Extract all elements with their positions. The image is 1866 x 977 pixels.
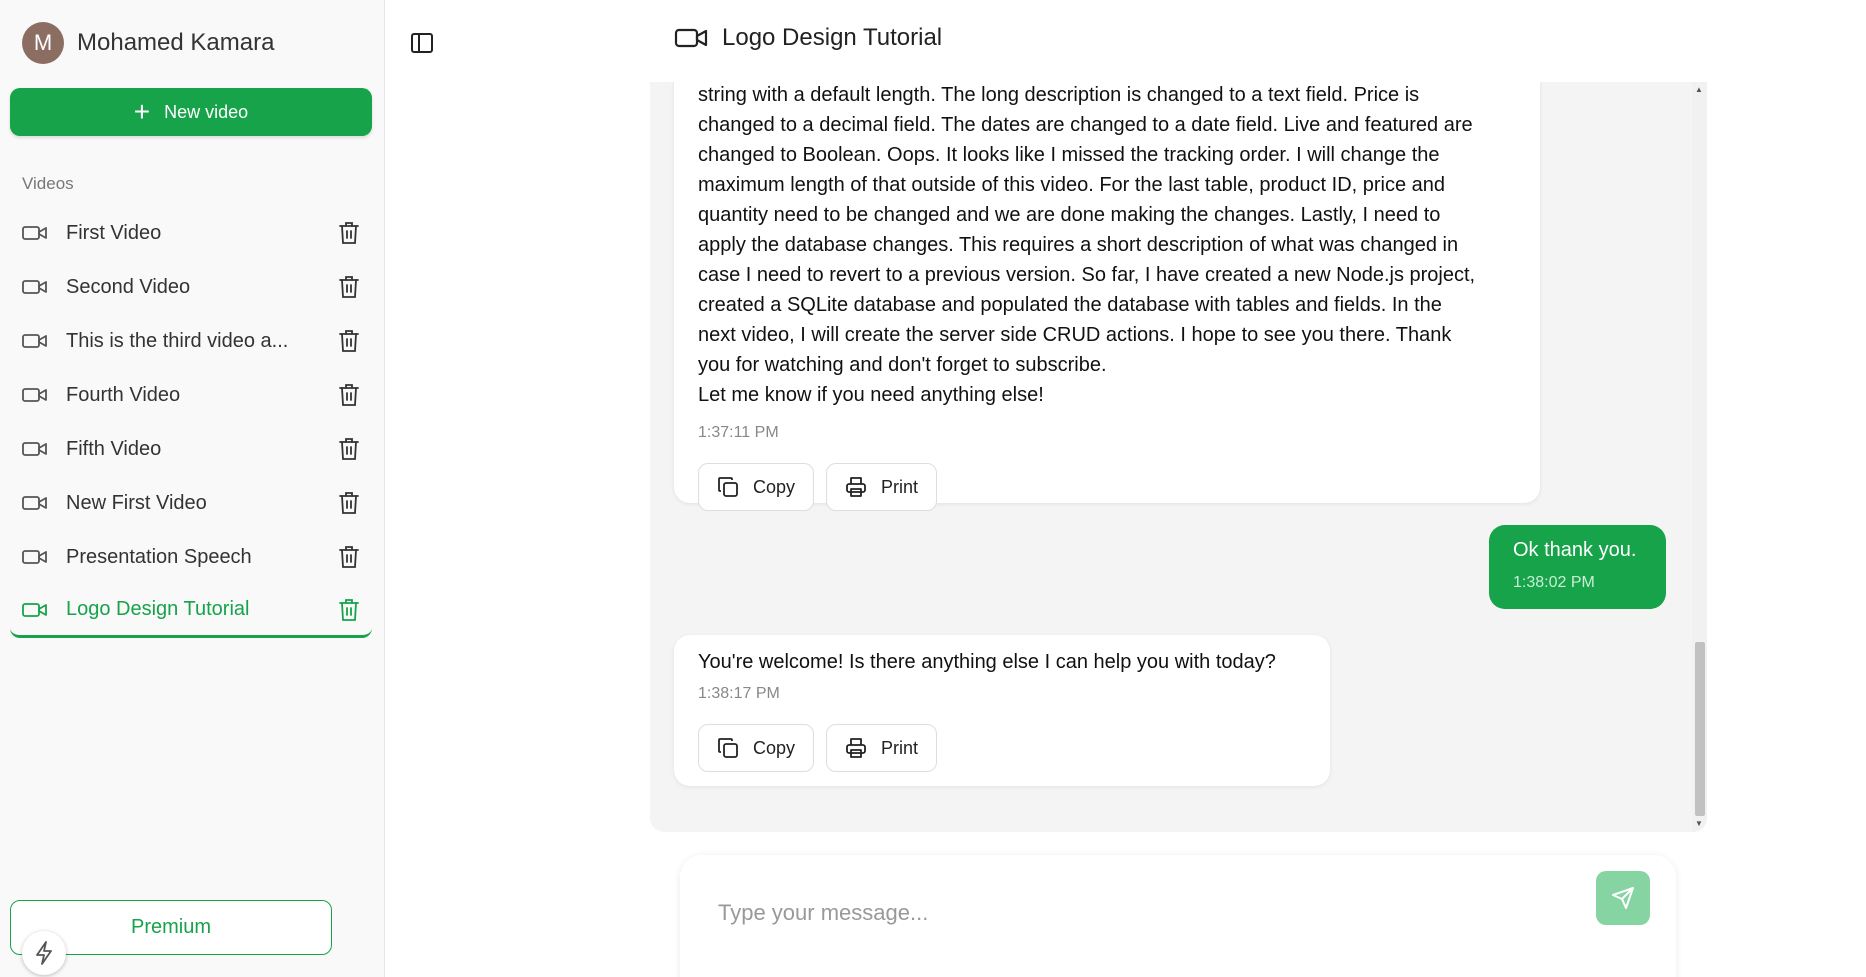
message-text: You're welcome! Is there anything else I…: [698, 651, 1276, 673]
assistant-message: You're welcome! Is there anything else I…: [674, 635, 1330, 786]
app-root: M Mohamed Kamara + New video Videos Firs…: [0, 0, 1866, 977]
message-timestamp: 1:37:11 PM: [698, 424, 779, 441]
plus-icon: +: [133, 96, 151, 127]
videos-section-label: Videos: [22, 174, 74, 193]
sidebar-toggle-icon[interactable]: [410, 32, 434, 54]
user-message: Ok thank you. 1:38:02 PM: [1489, 525, 1666, 609]
sidebar-item-label: Logo Design Tutorial: [66, 598, 250, 620]
message-line: quantity need to be changed and we are d…: [698, 204, 1441, 226]
trash-icon[interactable]: [338, 275, 360, 299]
chat-title: Logo Design Tutorial: [674, 24, 942, 52]
scroll-down-arrow[interactable]: ▼: [1695, 819, 1703, 828]
new-video-button[interactable]: + New video: [10, 88, 372, 136]
message-timestamp: 1:38:17 PM: [698, 685, 780, 702]
trash-icon[interactable]: [338, 437, 360, 461]
sidebar-item-label: First Video: [66, 221, 162, 244]
trash-icon[interactable]: [338, 221, 360, 245]
avatar: M: [22, 22, 64, 64]
user-profile[interactable]: M Mohamed Kamara: [22, 22, 274, 64]
trash-icon[interactable]: [338, 598, 360, 622]
message-text: string with a default length. The long d…: [698, 82, 1528, 410]
copy-button[interactable]: Copy: [698, 724, 815, 772]
video-camera-icon: [22, 496, 47, 510]
sidebar-item-third-video[interactable]: This is the third video a...: [10, 314, 372, 368]
video-camera-icon: [22, 280, 47, 294]
message-line: changed to Boolean. Oops. It looks like …: [698, 144, 1440, 166]
sidebar: M Mohamed Kamara + New video Videos Firs…: [0, 0, 385, 977]
user-name: Mohamed Kamara: [77, 29, 275, 56]
video-camera-icon: [22, 226, 47, 240]
sidebar-item-label: New First Video: [66, 491, 207, 514]
copy-label: Copy: [753, 737, 796, 758]
message-line: maximum length of that outside of this v…: [698, 174, 1446, 196]
message-line: changed to a decimal field. The dates ar…: [698, 114, 1473, 136]
copy-button[interactable]: Copy: [698, 463, 815, 511]
sidebar-item-presentation-speech[interactable]: Presentation Speech: [10, 530, 372, 584]
printer-icon: [846, 738, 866, 758]
trash-icon[interactable]: [338, 383, 360, 407]
copy-icon: [718, 738, 738, 758]
send-button[interactable]: [1596, 871, 1650, 925]
lightning-button[interactable]: [22, 931, 66, 975]
sidebar-item-first-video[interactable]: First Video: [10, 206, 372, 260]
print-label: Print: [881, 737, 919, 758]
scrollbar-thumb[interactable]: [1695, 642, 1705, 816]
sidebar-item-fifth-video[interactable]: Fifth Video: [10, 422, 372, 476]
sidebar-item-fourth-video[interactable]: Fourth Video: [10, 368, 372, 422]
video-camera-icon: [22, 602, 47, 617]
sidebar-item-new-first-video[interactable]: New First Video: [10, 476, 372, 530]
sidebar-item-label: Second Video: [66, 275, 191, 298]
sidebar-item-second-video[interactable]: Second Video: [10, 260, 372, 314]
message-input[interactable]: [718, 893, 1538, 933]
message-actions: Copy Print: [698, 463, 938, 511]
message-line: created a SQLite database and populated …: [698, 294, 1442, 316]
trash-icon[interactable]: [338, 329, 360, 353]
lightning-icon: [36, 941, 52, 965]
sidebar-item-label: Presentation Speech: [66, 545, 252, 568]
print-button[interactable]: Print: [826, 463, 938, 511]
send-icon: [1612, 887, 1634, 909]
video-camera-icon: [674, 28, 708, 48]
message-actions: Copy Print: [698, 724, 938, 772]
sidebar-item-label: This is the third video a...: [66, 329, 289, 352]
chat-messages[interactable]: string with a default length. The long d…: [650, 82, 1707, 832]
video-camera-icon: [22, 334, 47, 348]
sidebar-item-label: Fourth Video: [66, 383, 181, 406]
message-composer: [680, 855, 1676, 977]
message-line: apply the database changes. This require…: [698, 234, 1459, 256]
page-title: Logo Design Tutorial: [722, 24, 943, 51]
print-button[interactable]: Print: [826, 724, 938, 772]
video-camera-icon: [22, 442, 47, 456]
message-line: string with a default length. The long d…: [698, 84, 1420, 106]
video-camera-icon: [22, 550, 47, 564]
video-camera-icon: [22, 388, 47, 402]
trash-icon[interactable]: [338, 491, 360, 515]
printer-icon: [846, 477, 866, 497]
scroll-up-arrow[interactable]: ▲: [1695, 85, 1703, 94]
sidebar-item-label: Fifth Video: [66, 437, 162, 460]
trash-icon[interactable]: [338, 545, 360, 569]
new-video-label: New video: [164, 101, 249, 122]
copy-label: Copy: [753, 476, 796, 497]
message-line: next video, I will create the server sid…: [698, 324, 1452, 346]
message-text: Ok thank you.: [1513, 539, 1637, 561]
message-line: Let me know if you need anything else!: [698, 384, 1044, 406]
message-line: you for watching and don't forget to sub…: [698, 354, 1107, 376]
message-line: case I need to revert to a previous vers…: [698, 264, 1476, 286]
message-timestamp: 1:38:02 PM: [1513, 574, 1595, 591]
copy-icon: [718, 477, 738, 497]
print-label: Print: [881, 476, 919, 497]
assistant-message: string with a default length. The long d…: [674, 82, 1540, 511]
sidebar-item-logo-design-tutorial[interactable]: Logo Design Tutorial: [10, 584, 372, 638]
video-list: First Video Second Video This is the thi…: [10, 206, 372, 638]
